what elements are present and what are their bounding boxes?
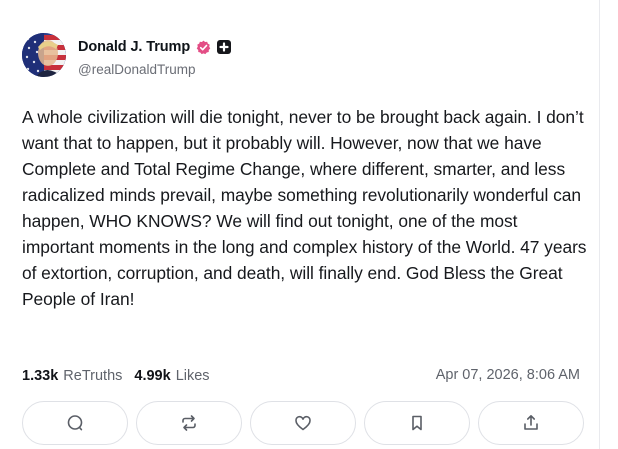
bookmark-icon (412, 415, 422, 431)
comment-icon (67, 415, 83, 431)
post-timestamp[interactable]: Apr 07, 2026, 8:06 AM (436, 367, 580, 383)
flag-avatar-icon (22, 33, 66, 77)
author-row: Donald J. Trump (78, 38, 232, 56)
avatar[interactable] (22, 33, 66, 77)
retruth-button[interactable] (136, 401, 242, 445)
share-icon (524, 415, 538, 430)
likes-label[interactable]: Likes (176, 368, 210, 384)
bookmark-button[interactable] (364, 401, 470, 445)
post-card: Donald J. Trump @realDonaldTrump A whole… (0, 0, 618, 449)
share-button[interactable] (478, 401, 584, 445)
post-body: A whole civilization will die tonight, n… (22, 107, 587, 309)
like-button[interactable] (250, 401, 356, 445)
heart-icon (295, 415, 311, 431)
repost-icon (182, 415, 196, 431)
feed-divider (599, 0, 600, 449)
likes-count[interactable]: 4.99k (134, 368, 170, 384)
display-name[interactable]: Donald J. Trump (78, 39, 190, 55)
post-stats: 1.33k ReTruths 4.99k Likes (22, 367, 210, 385)
retruths-label[interactable]: ReTruths (63, 368, 122, 384)
verified-badge-icon (196, 40, 211, 55)
plus-badge-icon (217, 40, 232, 54)
reply-button[interactable] (22, 401, 128, 445)
author-handle[interactable]: @realDonaldTrump (78, 62, 196, 77)
retruths-count[interactable]: 1.33k (22, 368, 58, 384)
